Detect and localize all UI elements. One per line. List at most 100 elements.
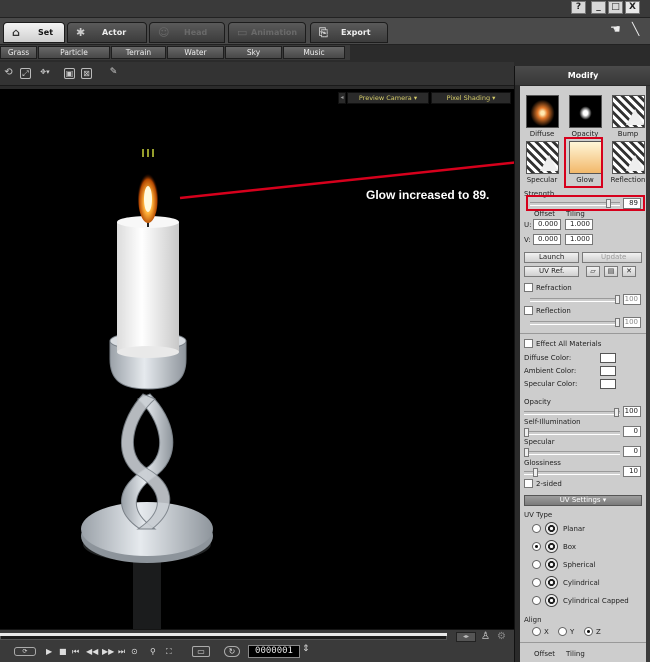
uv-ref-button[interactable]: UV Ref. <box>524 266 579 277</box>
hand-icon[interactable]: ☚ <box>610 22 624 38</box>
timecode-display: 0000001 <box>248 645 300 658</box>
align-z-radio[interactable] <box>584 627 593 636</box>
diffuse-color-swatch[interactable] <box>600 353 616 363</box>
uv-planar-radio[interactable] <box>532 524 541 533</box>
tab-actor[interactable]: ✱ Actor <box>67 22 147 43</box>
subtab-grass[interactable]: Grass <box>0 46 37 59</box>
reflection-value[interactable]: 100 <box>623 317 641 328</box>
minimize-icon[interactable]: _ <box>591 1 606 14</box>
self-illumination-slider-knob[interactable] <box>524 428 529 437</box>
tab-export-label: Export <box>341 28 371 37</box>
uv-cylindrical-radio[interactable] <box>532 578 541 587</box>
subtab-sky[interactable]: Sky <box>225 46 282 59</box>
effect-all-checkbox[interactable] <box>524 339 533 348</box>
reflection-checkbox[interactable] <box>524 306 533 315</box>
record-icon[interactable]: ⊙ <box>131 647 138 656</box>
refraction-slider-knob[interactable] <box>615 295 620 304</box>
glossiness-slider-knob[interactable] <box>533 468 538 477</box>
next-frame-icon[interactable]: ▶▶ <box>102 647 114 656</box>
help-icon[interactable]: ? <box>571 1 586 14</box>
uv-cylindrical-capped-radio[interactable] <box>532 596 541 605</box>
two-sided-checkbox[interactable] <box>524 479 533 488</box>
3d-viewport[interactable]: ◂ Preview Camera ▾ Pixel Shading ▾ <box>0 89 514 629</box>
play-icon[interactable]: ▶ <box>46 647 52 656</box>
loop-icon[interactable]: ⟳ <box>14 647 36 656</box>
opacity-slider-knob[interactable] <box>614 408 619 417</box>
two-sided-label: 2-sided <box>536 480 562 488</box>
panel-scrollbar[interactable] <box>646 86 650 662</box>
maximize-icon[interactable]: □ <box>608 1 623 14</box>
brush-icon[interactable]: ✎ <box>108 68 119 79</box>
uv-cylindrical-label: Cylindrical <box>563 579 600 587</box>
annotation-text: Glow increased to 89. <box>366 188 490 202</box>
align-x-radio[interactable] <box>532 627 541 636</box>
specular-slider[interactable] <box>524 448 620 457</box>
clip-icon[interactable]: ▭ <box>192 646 210 657</box>
pan-icon[interactable]: ✥▾ <box>37 68 53 79</box>
ambient-color-swatch[interactable] <box>600 366 616 376</box>
reflection-slider[interactable] <box>530 318 620 327</box>
subtab-particle[interactable]: Particle <box>38 46 110 59</box>
refraction-checkbox[interactable] <box>524 283 533 292</box>
subtab-music[interactable]: Music <box>283 46 345 59</box>
uv-spherical-radio[interactable] <box>532 560 541 569</box>
opacity-slider[interactable] <box>524 408 620 417</box>
align-y-radio[interactable] <box>558 627 567 636</box>
save-icon[interactable]: ▤ <box>604 266 618 277</box>
reflection-slider-knob[interactable] <box>615 318 620 327</box>
pointer-icon[interactable]: ╲ <box>632 22 642 38</box>
self-illumination-slider[interactable] <box>524 428 620 437</box>
glossiness-slider[interactable] <box>524 468 620 477</box>
reflection-thumbnail[interactable] <box>612 141 645 174</box>
stop-icon[interactable]: ■ <box>59 647 67 656</box>
refraction-slider[interactable] <box>530 295 620 304</box>
specular-color-swatch[interactable] <box>600 379 616 389</box>
zoom-extents-icon[interactable]: ⤢ <box>20 68 31 79</box>
specular-slider-knob[interactable] <box>524 448 529 457</box>
u-label: U: <box>524 221 532 229</box>
timecode-stepper-icon[interactable]: ⇕ <box>302 645 310 654</box>
actor-pose-icon[interactable]: ♙ <box>481 631 493 643</box>
warning-icon <box>540 155 558 171</box>
first-frame-icon[interactable]: ⏮ <box>72 647 79 656</box>
close-icon[interactable]: X <box>625 1 640 14</box>
fit-icon[interactable]: ⊠ <box>81 68 92 79</box>
reflection-label: Reflection <box>610 176 646 184</box>
open-folder-icon[interactable]: ▱ <box>586 266 600 277</box>
subtab-water[interactable]: Water <box>167 46 224 59</box>
uv-box-radio[interactable] <box>532 542 541 551</box>
v-tiling-input[interactable]: 1.000 <box>565 234 593 245</box>
opacity-value[interactable]: 100 <box>623 406 641 417</box>
launch-button[interactable]: Launch <box>524 252 579 263</box>
camera-icon[interactable]: ⚙ <box>497 631 509 643</box>
diffuse-thumbnail[interactable] <box>526 95 559 128</box>
specular-thumbnail[interactable] <box>526 141 559 174</box>
last-frame-icon[interactable]: ⏭ <box>118 647 125 656</box>
warning-icon <box>626 155 644 171</box>
bump-thumbnail[interactable] <box>612 95 645 128</box>
u-tiling-input[interactable]: 1.000 <box>565 219 593 230</box>
glossiness-value[interactable]: 10 <box>623 466 641 477</box>
refraction-label: Refraction <box>536 284 572 292</box>
specular-color-label: Specular Color: <box>524 380 578 388</box>
opacity-thumbnail[interactable] <box>569 95 602 128</box>
sync-icon[interactable]: ↻ <box>224 646 240 657</box>
self-illumination-value[interactable]: 0 <box>623 426 641 437</box>
motion-icon[interactable]: ⛶ <box>166 647 172 656</box>
u-offset-input[interactable]: 0.000 <box>533 219 561 230</box>
uv-settings-header[interactable]: UV Settings ▾ <box>524 495 642 506</box>
timeline-nav-icon[interactable]: ◂▸ <box>456 632 476 642</box>
refraction-value[interactable]: 100 <box>623 294 641 305</box>
delete-icon[interactable]: ✕ <box>622 266 636 277</box>
tab-set[interactable]: ⌂ Set <box>3 22 65 43</box>
subtab-terrain[interactable]: Terrain <box>111 46 166 59</box>
tab-export[interactable]: ⎘ Export <box>310 22 388 43</box>
specular-value[interactable]: 0 <box>623 446 641 457</box>
align-label: Align <box>524 616 542 624</box>
v-offset-input[interactable]: 0.000 <box>533 234 561 245</box>
frame-icon[interactable]: ▣ <box>64 68 75 79</box>
prev-frame-icon[interactable]: ◀◀ <box>86 647 98 656</box>
bump-label: Bump <box>617 130 639 138</box>
key-icon[interactable]: ⚲ <box>150 647 156 656</box>
rotate-icon[interactable]: ⟲ <box>3 68 14 79</box>
